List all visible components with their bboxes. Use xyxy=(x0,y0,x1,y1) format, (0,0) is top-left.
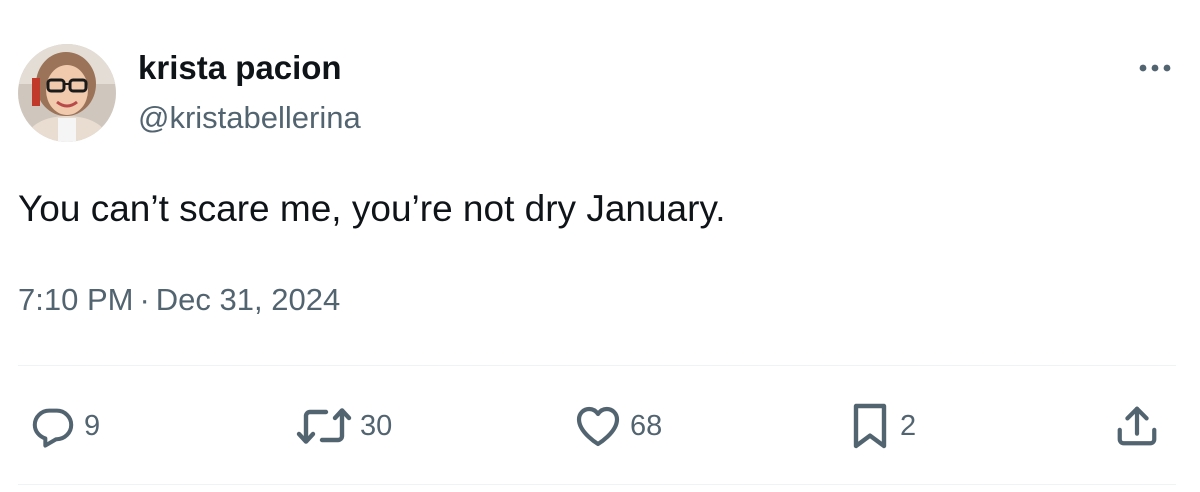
like-button[interactable]: 68 xyxy=(574,396,662,456)
bookmark-icon xyxy=(848,402,892,450)
action-bar: 9 30 68 2 xyxy=(0,396,1200,456)
retweet-icon xyxy=(296,403,352,449)
tweet-meta: 7:10 PM · Dec 31, 2024 xyxy=(18,280,340,320)
author-handle[interactable]: @kristabellerina xyxy=(138,98,361,138)
meta-separator: · xyxy=(139,282,150,317)
more-button[interactable] xyxy=(1130,56,1180,80)
tweet-card: krista pacion @kristabellerina You can’t… xyxy=(0,0,1200,492)
tweet-text: You can’t scare me, you’re not dry Janua… xyxy=(18,188,726,229)
reply-icon xyxy=(30,403,76,449)
author-name[interactable]: krista pacion xyxy=(138,48,342,88)
share-button[interactable] xyxy=(1114,396,1160,456)
bookmark-count: 2 xyxy=(900,410,917,442)
like-icon xyxy=(574,403,622,449)
divider xyxy=(18,365,1176,366)
retweet-count: 30 xyxy=(360,410,393,442)
reply-button[interactable]: 9 xyxy=(30,396,100,456)
more-icon xyxy=(1139,64,1171,72)
avatar-image xyxy=(18,44,116,142)
reply-count: 9 xyxy=(84,410,101,442)
bookmark-button[interactable]: 2 xyxy=(848,396,916,456)
divider xyxy=(18,484,1176,485)
tweet-time[interactable]: 7:10 PM xyxy=(18,282,133,317)
like-count: 68 xyxy=(630,410,663,442)
share-icon xyxy=(1114,403,1160,449)
avatar[interactable] xyxy=(18,44,116,142)
tweet-date[interactable]: Dec 31, 2024 xyxy=(156,282,340,317)
retweet-button[interactable]: 30 xyxy=(296,396,392,456)
